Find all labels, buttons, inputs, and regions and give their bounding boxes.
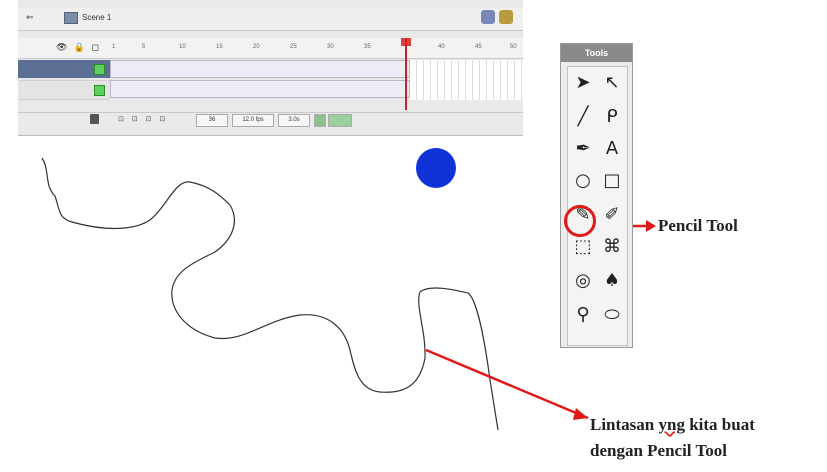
path-caption-line-2: dengan Pencil Tool bbox=[590, 441, 727, 460]
line-tool-icon[interactable]: ╱ bbox=[570, 103, 596, 129]
tools-title: Tools bbox=[561, 44, 632, 62]
path-caption-line-1: Lintasan yng kita buat bbox=[590, 412, 755, 438]
caption-word-kita-buat: kita buat bbox=[684, 415, 755, 434]
pencil-tool-annotation: Pencil Tool bbox=[658, 216, 738, 235]
fill-transform-tool-icon[interactable]: ⌘ bbox=[599, 233, 625, 259]
pencil-path[interactable] bbox=[41, 157, 499, 431]
blue-circle[interactable] bbox=[416, 148, 456, 188]
stage[interactable] bbox=[0, 0, 827, 472]
path-arrow bbox=[425, 348, 589, 420]
arrow-tool-icon[interactable]: ➤ bbox=[570, 69, 596, 95]
rectangle-tool-icon[interactable]: □ bbox=[599, 167, 625, 193]
pen-tool-icon[interactable]: ✒ bbox=[570, 135, 596, 161]
path-arrowhead bbox=[573, 408, 588, 420]
eraser-tool-icon[interactable]: ⬭ bbox=[599, 301, 625, 327]
caption-word-yng: yng bbox=[658, 415, 685, 434]
text-tool-icon[interactable]: A bbox=[599, 135, 625, 161]
oval-tool-icon[interactable]: ○ bbox=[570, 167, 596, 193]
caption-word-lintasan: Lintasan bbox=[590, 415, 659, 434]
pencil-highlight-ring bbox=[564, 205, 596, 237]
free-transform-tool-icon[interactable]: ⬚ bbox=[570, 233, 596, 259]
pencil-arrowhead-right bbox=[646, 220, 656, 232]
eyedropper-tool-icon[interactable]: ⚲ bbox=[570, 301, 596, 327]
lasso-tool-icon[interactable]: ᑭ bbox=[599, 103, 625, 129]
path-caption: Lintasan yng kita buat dengan Pencil Too… bbox=[590, 412, 755, 464]
paint-bucket-tool-icon[interactable]: ♠ bbox=[599, 267, 625, 293]
tools-panel: Tools ➤ ↖ ╱ ᑭ ✒ A ○ □ ✎ ✐ ⬚ ⌘ ◎ ♠ ⚲ ⬭ bbox=[560, 43, 633, 348]
ink-bottle-tool-icon[interactable]: ◎ bbox=[570, 267, 596, 293]
brush-tool-icon[interactable]: ✐ bbox=[599, 201, 625, 227]
subselect-tool-icon[interactable]: ↖ bbox=[599, 69, 625, 95]
